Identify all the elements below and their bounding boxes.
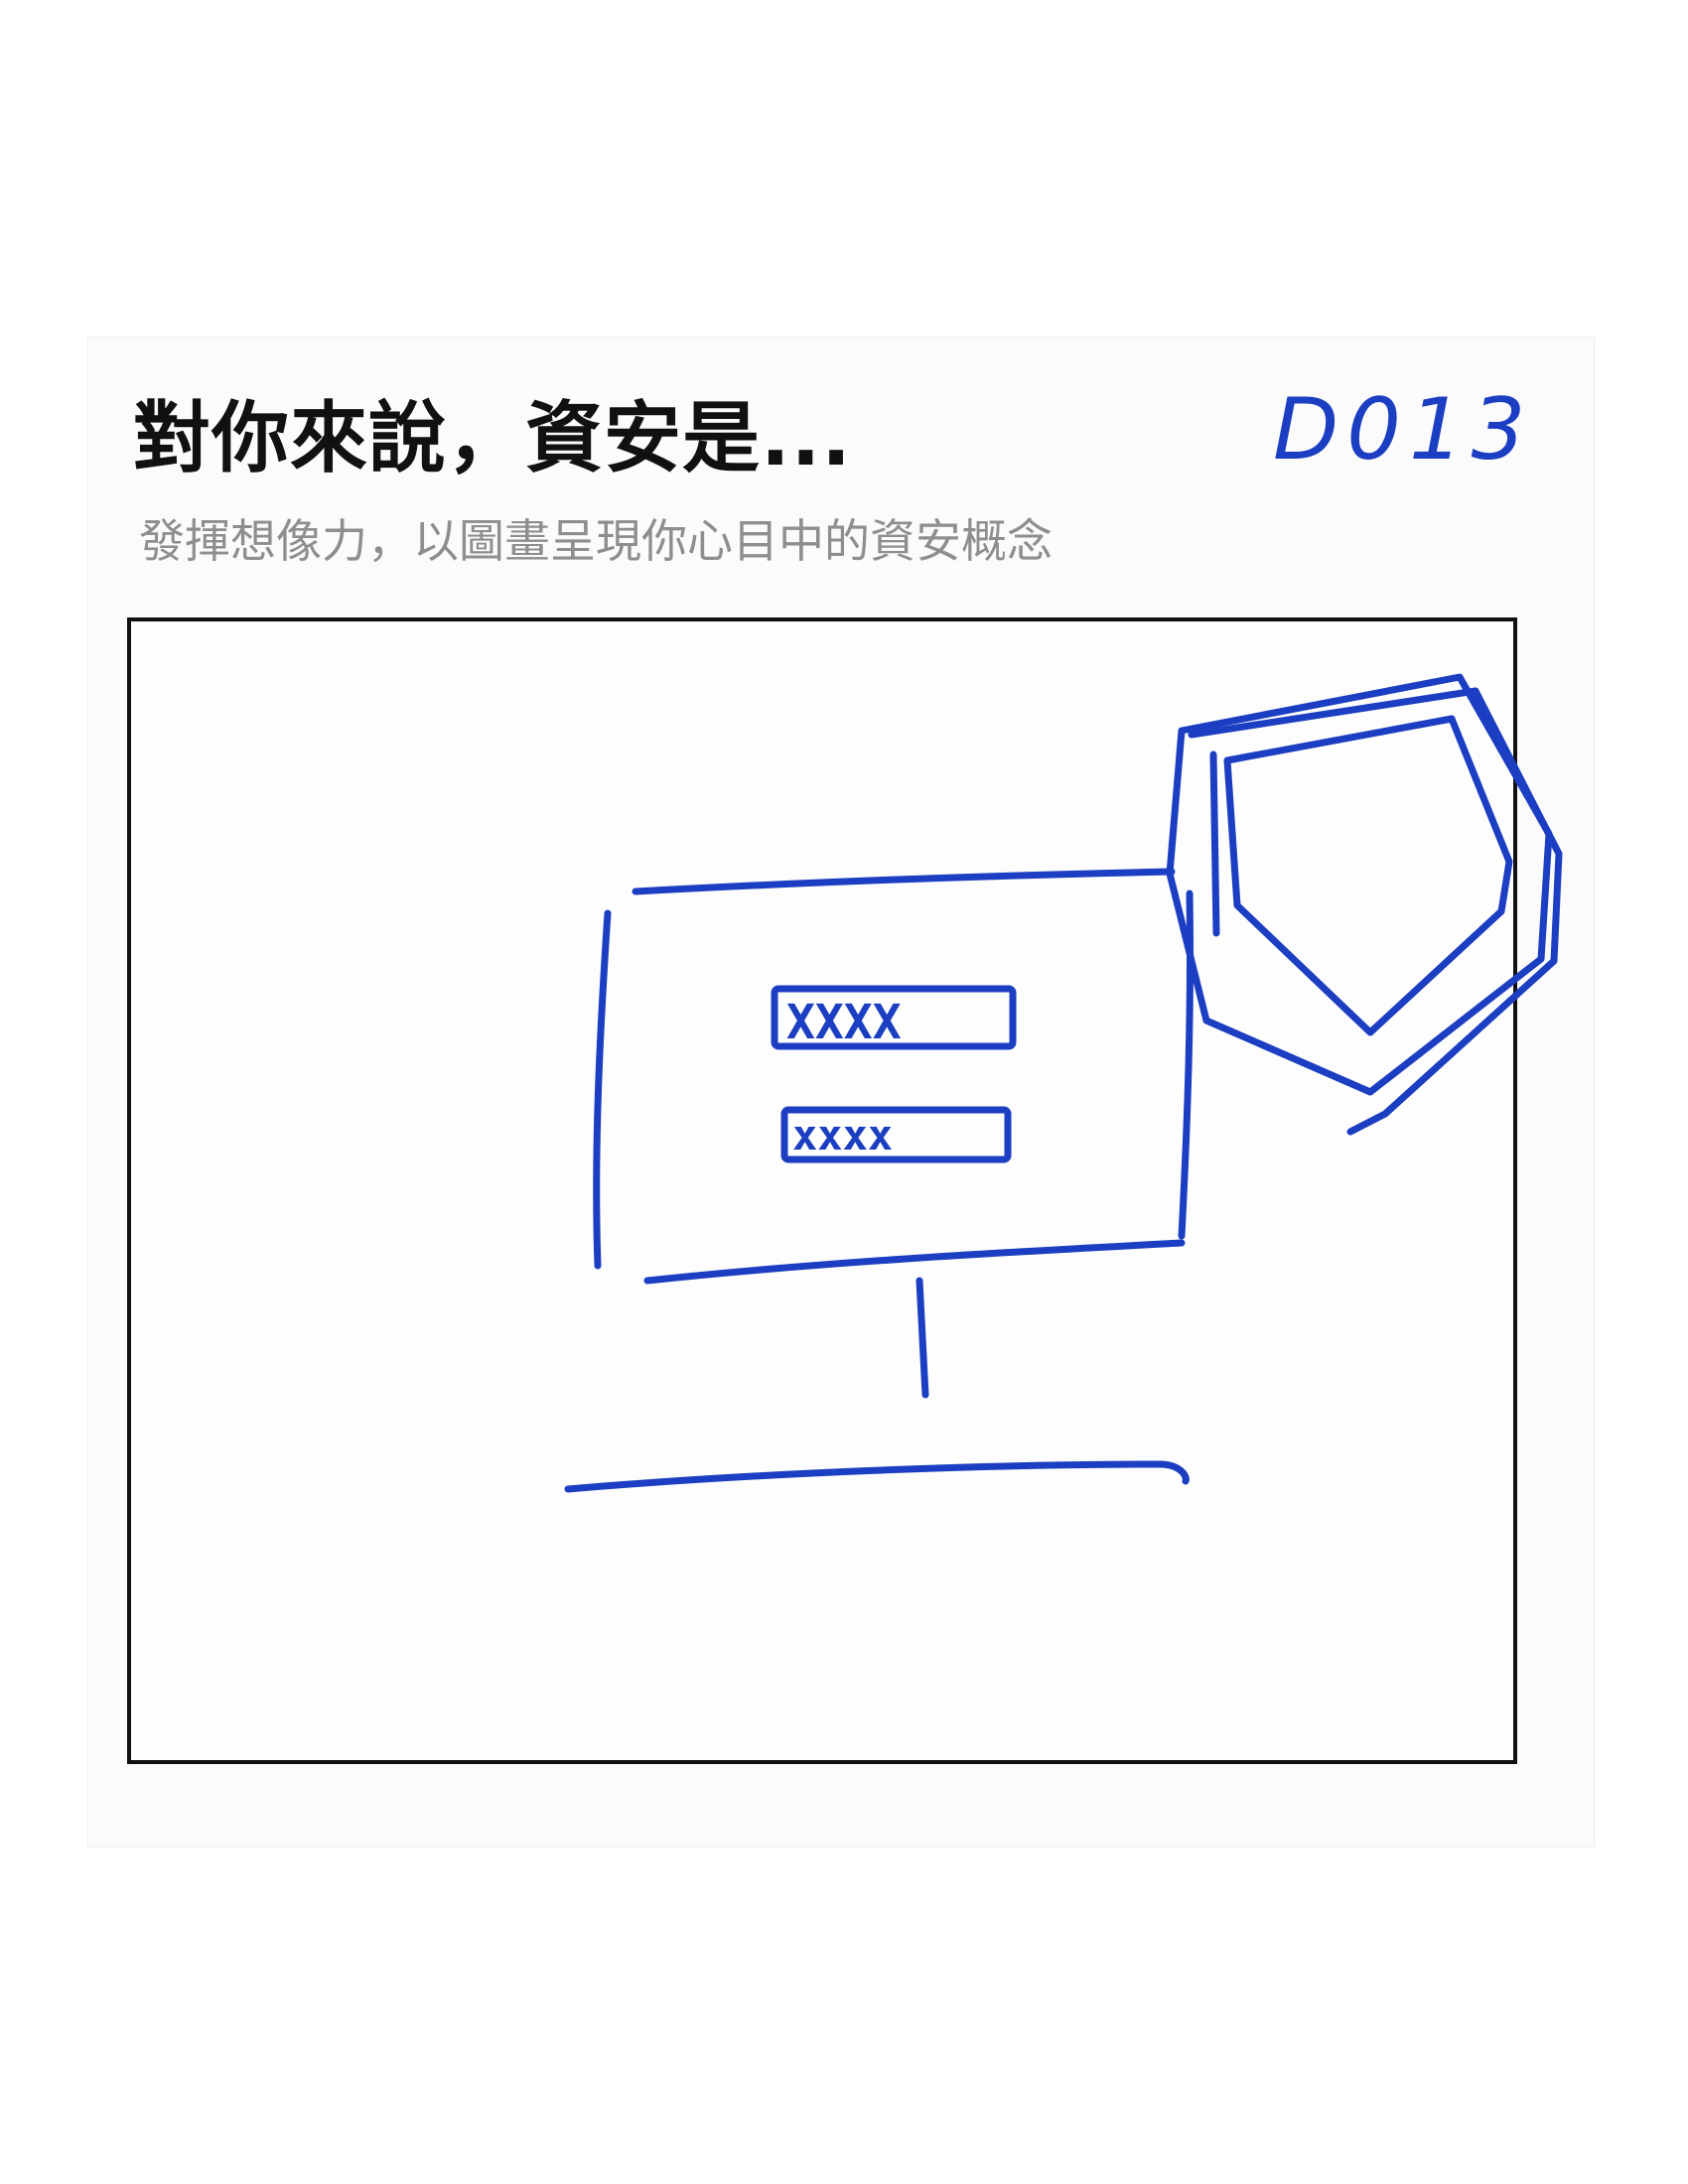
shield-inner-stroke <box>1209 751 1220 937</box>
monitor-screen-bottom-edge <box>643 1239 1186 1285</box>
monitor-stand-neck <box>915 1277 929 1399</box>
monitor-stand-base <box>564 1460 1190 1493</box>
shield-inner-pentagon <box>1223 715 1513 1036</box>
password-field-value: xxxx <box>792 1111 893 1160</box>
hand-drawing: XXXX xxxx <box>564 673 1563 1493</box>
monitor-screen-left-edge <box>593 909 612 1270</box>
username-field-value: XXXX <box>786 995 902 1050</box>
monitor-screen-top-edge <box>632 868 1176 895</box>
